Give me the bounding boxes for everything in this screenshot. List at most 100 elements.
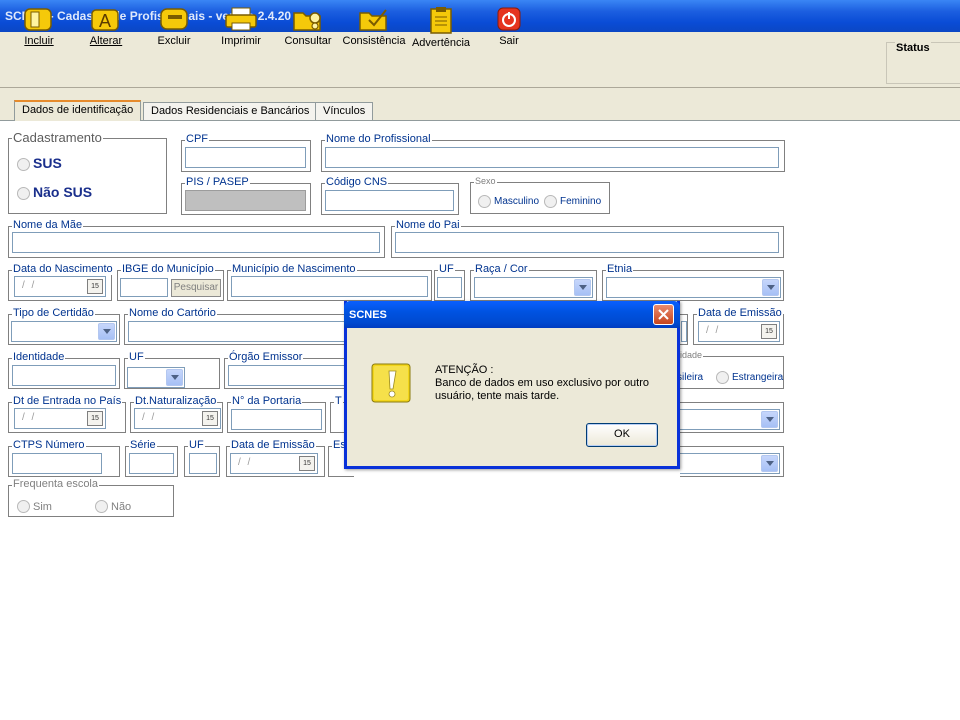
imprimir-button[interactable]: Imprimir bbox=[216, 4, 266, 52]
incluir-button[interactable]: Incluir bbox=[14, 4, 64, 52]
data-emissao-certidao-input[interactable]: / / 15 bbox=[698, 321, 780, 342]
orgao-emissor-group: Órgão Emissor bbox=[224, 351, 354, 389]
letter-a-icon: A bbox=[91, 9, 119, 31]
data-emissao-ctps-group: Data de Emissão / / 15 bbox=[226, 439, 325, 477]
tab-vinculos[interactable]: Vínculos bbox=[315, 102, 374, 120]
imprimir-label: Imprimir bbox=[221, 35, 261, 47]
codigo-cns-input[interactable] bbox=[325, 190, 454, 211]
folder-search-icon bbox=[293, 12, 321, 31]
title-bar: SCNES - Cadastro de Profissionais - vers… bbox=[0, 0, 960, 32]
partial-field-input[interactable] bbox=[681, 321, 687, 342]
estrangeira-radio[interactable] bbox=[716, 371, 729, 384]
serie-input[interactable] bbox=[129, 453, 174, 474]
sus-radio[interactable] bbox=[17, 158, 30, 171]
nome-profissional-input[interactable] bbox=[325, 147, 779, 168]
cpf-label: CPF bbox=[185, 133, 209, 145]
date-placeholder: / / bbox=[706, 325, 721, 336]
tab-dados-residenciais[interactable]: Dados Residenciais e Bancários bbox=[143, 102, 318, 120]
calendar-icon[interactable]: 15 bbox=[299, 456, 315, 471]
chevron-down-icon[interactable] bbox=[98, 323, 115, 340]
calendar-icon[interactable]: 15 bbox=[761, 324, 777, 339]
dt-entrada-pais-label: Dt de Entrada no País bbox=[12, 395, 123, 407]
municipio-nascimento-group: Município de Nascimento bbox=[227, 263, 432, 301]
uf-nascimento-input[interactable] bbox=[437, 277, 462, 298]
sim-radio[interactable] bbox=[17, 500, 30, 513]
tipo-certidao-select[interactable] bbox=[11, 321, 117, 342]
uf-identidade-group: UF bbox=[124, 351, 220, 389]
partial-select[interactable] bbox=[680, 409, 780, 430]
data-emissao-ctps-input[interactable]: / / 15 bbox=[230, 453, 318, 474]
chevron-down-icon[interactable] bbox=[574, 279, 591, 296]
tipo-certidao-group: Tipo de Certidão bbox=[8, 307, 120, 345]
data-nascimento-input[interactable]: / / 15 bbox=[14, 276, 106, 297]
tab-dados-identificacao[interactable]: Dados de identificação bbox=[14, 100, 142, 121]
incluir-label: Incluir bbox=[24, 35, 54, 47]
tipo-certidao-label: Tipo de Certidão bbox=[12, 307, 95, 319]
nome-profissional-group: Nome do Profissional bbox=[321, 133, 785, 172]
nao-label: Não bbox=[111, 501, 132, 513]
masculino-label: Masculino bbox=[494, 196, 540, 207]
advertencia-button[interactable]: Advertência bbox=[410, 4, 472, 52]
orgao-emissor-input[interactable] bbox=[228, 365, 350, 386]
nome-cartorio-input[interactable] bbox=[128, 321, 350, 342]
warning-icon bbox=[370, 362, 412, 407]
pesquisar-button[interactable]: Pesquisar bbox=[171, 279, 221, 297]
masculino-radio[interactable] bbox=[478, 195, 491, 208]
power-icon bbox=[497, 7, 521, 31]
feminino-radio[interactable] bbox=[544, 195, 557, 208]
nacionalidade-label: lidade bbox=[677, 350, 704, 360]
alterar-label: Alterar bbox=[89, 35, 123, 47]
n-portaria-input[interactable] bbox=[231, 409, 322, 430]
calendar-icon[interactable]: 15 bbox=[87, 279, 103, 294]
dt-naturalizacao-input[interactable]: / / 15 bbox=[134, 408, 221, 429]
ok-button[interactable]: OK bbox=[586, 423, 658, 447]
cadastramento-group: Cadastramento SUS Não SUS bbox=[8, 130, 167, 214]
codigo-cns-group: Código CNS bbox=[321, 176, 459, 215]
nao-sus-radio[interactable] bbox=[17, 187, 30, 200]
nome-mae-input[interactable] bbox=[12, 232, 380, 253]
excluir-button[interactable]: Excluir bbox=[148, 4, 200, 52]
dt-naturalizacao-label: Dt.Naturalização bbox=[134, 395, 218, 407]
pis-pasep-label: PIS / PASEP bbox=[185, 176, 250, 188]
chevron-down-icon[interactable] bbox=[762, 279, 779, 296]
sair-button[interactable]: Sair bbox=[490, 4, 528, 52]
dialog-message: Banco de dados em uso exclusivo por outr… bbox=[435, 377, 650, 402]
serie-group: Série bbox=[125, 439, 178, 477]
status-label: Status bbox=[895, 42, 931, 54]
data-emissao-ctps-label: Data de Emissão bbox=[230, 439, 316, 451]
identidade-input[interactable] bbox=[12, 365, 116, 386]
clipboard-icon bbox=[430, 7, 452, 34]
partial-select-2[interactable] bbox=[680, 453, 780, 474]
feminino-label: Feminino bbox=[560, 196, 602, 207]
raca-cor-select[interactable] bbox=[474, 277, 593, 298]
frequenta-escola-label: Frequenta escola bbox=[12, 478, 99, 490]
calendar-icon[interactable]: 15 bbox=[202, 411, 218, 426]
nome-pai-input[interactable] bbox=[395, 232, 779, 253]
cadastramento-label: Cadastramento bbox=[12, 130, 103, 145]
consistencia-button[interactable]: Consistência bbox=[342, 4, 406, 52]
cpf-group: CPF bbox=[181, 133, 311, 172]
municipio-nascimento-label: Município de Nascimento bbox=[231, 263, 357, 275]
consultar-button[interactable]: Consultar bbox=[282, 4, 334, 52]
ibge-municipio-input[interactable] bbox=[120, 278, 168, 297]
uf-ctps-label: UF bbox=[188, 439, 205, 451]
calendar-icon[interactable]: 15 bbox=[87, 411, 103, 426]
n-portaria-label: N° da Portaria bbox=[231, 395, 303, 407]
cpf-input[interactable] bbox=[185, 147, 306, 168]
uf-identidade-select[interactable] bbox=[127, 367, 185, 388]
dt-entrada-pais-input[interactable]: / / 15 bbox=[14, 408, 106, 429]
nao-radio[interactable] bbox=[95, 500, 108, 513]
chevron-down-icon[interactable] bbox=[761, 455, 778, 472]
raca-cor-label: Raça / Cor bbox=[474, 263, 529, 275]
ctps-numero-input[interactable] bbox=[12, 453, 102, 474]
date-placeholder: / / bbox=[22, 280, 37, 291]
alterar-button[interactable]: A Alterar bbox=[82, 4, 130, 52]
uf-ctps-input[interactable] bbox=[189, 453, 217, 474]
etnia-select[interactable] bbox=[606, 277, 781, 298]
municipio-nascimento-input[interactable] bbox=[231, 276, 428, 297]
uf-nascimento-group: UF bbox=[434, 263, 465, 301]
sair-label: Sair bbox=[499, 35, 519, 47]
chevron-down-icon[interactable] bbox=[761, 411, 778, 428]
dialog-close-button[interactable] bbox=[653, 304, 674, 325]
chevron-down-icon[interactable] bbox=[166, 369, 183, 386]
